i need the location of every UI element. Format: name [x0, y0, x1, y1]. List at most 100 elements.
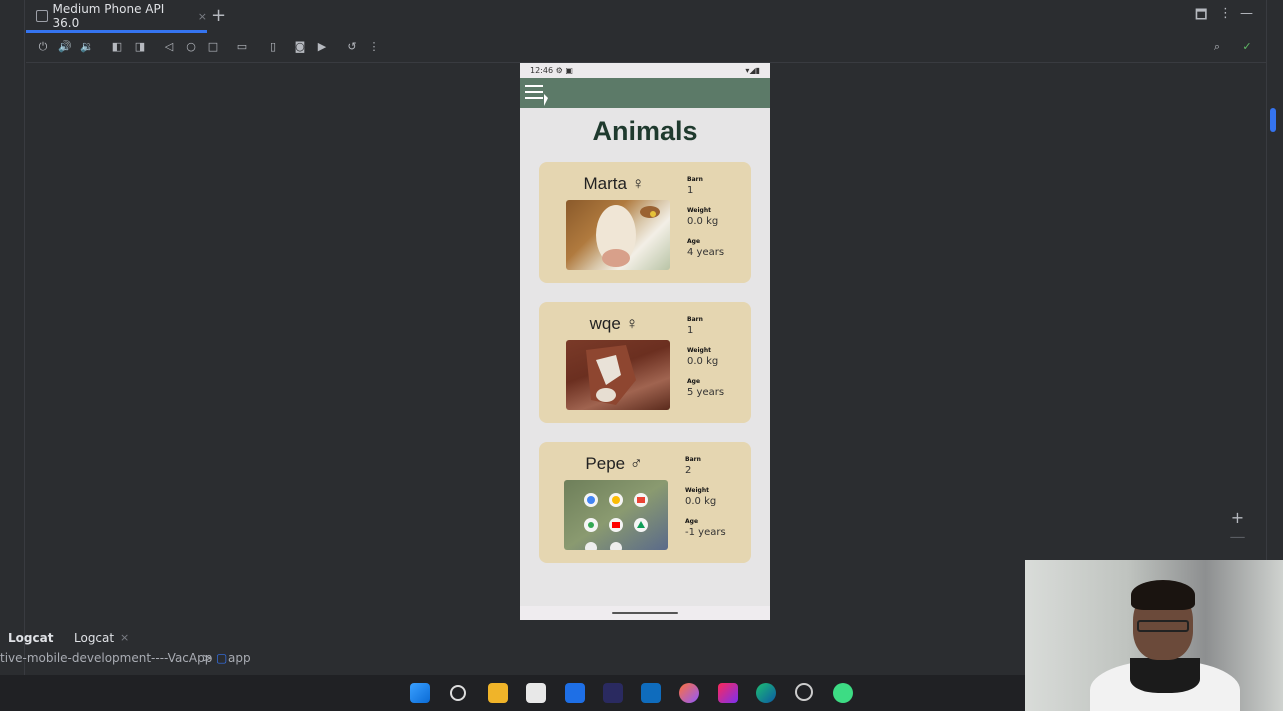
animal-card[interactable]: Marta ♀ Barn 1 Weight 0.0 kg Age 4 years — [539, 162, 751, 283]
store-icon[interactable] — [526, 683, 546, 703]
overview-icon[interactable]: □ — [206, 40, 220, 54]
close-icon[interactable]: × — [120, 631, 129, 644]
barn-label: Barn — [687, 176, 703, 183]
zoom-out-button[interactable]: — — [1225, 527, 1250, 546]
mouse-cursor — [544, 94, 548, 106]
status-icons: ⚙ ▣ — [555, 66, 573, 75]
volume-up-icon[interactable]: 🔊 — [58, 40, 72, 54]
more-icon[interactable]: ⋮ — [1219, 6, 1232, 21]
barn-value: 2 — [685, 465, 692, 476]
breadcrumb-module[interactable]: app — [228, 651, 251, 665]
menu-icon[interactable] — [525, 85, 543, 99]
breadcrumb-project[interactable]: tive-mobile-development----VacApp — [0, 651, 212, 665]
barn-value: 1 — [687, 185, 694, 196]
webcam-person-glasses — [1137, 620, 1189, 632]
logcat-tab[interactable]: Logcat — [74, 631, 114, 645]
phone-screen[interactable]: 12:46 ⚙ ▣ ▾◢▮ Animals Marta ♀ Barn 1 Wei… — [520, 63, 770, 620]
age-value: 5 years — [687, 387, 725, 398]
age-label: Age — [685, 518, 699, 525]
dropbox-icon[interactable] — [565, 683, 585, 703]
animal-name: wqe ♀ — [589, 314, 639, 333]
page-title: Animals — [592, 116, 698, 146]
outlook-icon[interactable] — [641, 683, 661, 703]
minimize-icon[interactable]: — — [1240, 6, 1253, 21]
back-icon[interactable]: ◁ — [162, 40, 176, 54]
file-explorer-icon[interactable] — [488, 683, 508, 703]
power-icon[interactable]: ⏻ — [36, 40, 50, 54]
status-signal-battery: ▾◢▮ — [745, 66, 760, 75]
device-settings-icon[interactable]: ▯ — [266, 40, 280, 54]
animal-card[interactable]: wqe ♀ Barn 1 Weight 0.0 kg Age 5 years — [539, 302, 751, 423]
male-icon: ♂ — [629, 454, 643, 473]
weight-value: 0.0 kg — [687, 356, 719, 367]
chrome-icon[interactable] — [795, 683, 813, 701]
active-tab-indicator — [26, 30, 207, 33]
zoom-controls: + — — [1225, 508, 1250, 558]
home-gesture-pill[interactable] — [612, 612, 678, 614]
device-icon — [36, 10, 48, 22]
bottom-tool-tabs: Logcat Logcat × — [0, 629, 1025, 649]
left-tool-gutter — [0, 0, 25, 711]
camera-icon[interactable]: ◙ — [293, 40, 307, 54]
android-studio-icon[interactable] — [833, 683, 853, 703]
chevron-right-icon: > — [202, 651, 213, 665]
animal-name: Pepe ♂ — [585, 454, 643, 473]
emulator-toolbar: ⏻ 🔊 🔉 ◧ ◨ ◁ ○ □ ▭ ▯ ◙ ▶ ↺ ⋮ ⌕ ✓ — [26, 36, 1266, 60]
breadcrumb: tive-mobile-development----VacApp > ▢ ap… — [0, 651, 1025, 669]
app-icon[interactable] — [603, 683, 623, 703]
rotate-right-icon[interactable]: ◨ — [133, 40, 147, 54]
weight-label: Weight — [687, 207, 711, 214]
female-icon: ♀ — [631, 174, 645, 193]
more-options-icon[interactable]: ⋮ — [367, 40, 381, 54]
screen-search-icon[interactable]: ⌕ — [1210, 40, 1224, 54]
add-tab-button[interactable]: + — [211, 5, 226, 26]
age-label: Age — [687, 378, 701, 385]
animal-photo — [566, 200, 670, 270]
fold-icon[interactable]: ▭ — [235, 40, 249, 54]
weight-label: Weight — [685, 487, 709, 494]
weight-value: 0.0 kg — [685, 496, 717, 507]
animal-name: Marta ♀ — [583, 174, 645, 193]
animal-card[interactable]: Pepe ♂ Barn 2 Weight 0.0 kg Age -1 years — [539, 442, 751, 563]
animal-photo — [566, 340, 670, 410]
search-icon[interactable] — [450, 685, 466, 701]
start-icon[interactable] — [410, 683, 430, 703]
edge-icon[interactable] — [756, 683, 776, 703]
app-bar — [520, 78, 770, 108]
os-taskbar — [0, 675, 1025, 711]
status-time: 12:46 — [530, 66, 554, 75]
animal-info: Barn 1 Weight 0.0 kg Age 4 years — [687, 176, 747, 269]
record-icon[interactable]: ▶ — [315, 40, 329, 54]
age-label: Age — [687, 238, 701, 245]
animal-photo — [564, 480, 668, 550]
age-value: 4 years — [687, 247, 725, 258]
device-tab-label: Medium Phone API 36.0 — [52, 2, 165, 30]
editor-tab-bar: Medium Phone API 36.0 × + 🗖 ⋮ — — [0, 0, 1283, 33]
right-tool-strip — [1266, 0, 1283, 620]
reset-icon[interactable]: ↺ — [345, 40, 359, 54]
rotate-left-icon[interactable]: ◧ — [110, 40, 124, 54]
status-bar: 12:46 ⚙ ▣ ▾◢▮ — [520, 63, 770, 78]
barn-value: 1 — [687, 325, 694, 336]
right-strip-active-indicator — [1270, 108, 1276, 132]
module-icon: ▢ — [216, 651, 228, 665]
weight-label: Weight — [687, 347, 711, 354]
volume-down-icon[interactable]: 🔉 — [80, 40, 94, 54]
zoom-in-button[interactable]: + — [1225, 508, 1250, 527]
webcam-person-hair — [1131, 580, 1195, 610]
barn-label: Barn — [687, 316, 703, 323]
firefox-icon[interactable] — [679, 683, 699, 703]
webcam-overlay — [1025, 560, 1283, 711]
home-icon[interactable]: ○ — [184, 40, 198, 54]
check-icon[interactable]: ✓ — [1240, 40, 1254, 54]
female-icon: ♀ — [625, 314, 639, 333]
device-tab[interactable]: Medium Phone API 36.0 × — [26, 0, 207, 32]
maximize-icon[interactable]: 🗖 — [1195, 6, 1207, 28]
webcam-person-hood — [1130, 658, 1200, 693]
logcat-tool-title[interactable]: Logcat — [8, 631, 53, 645]
weight-value: 0.0 kg — [687, 216, 719, 227]
jetbrains-icon[interactable] — [718, 683, 738, 703]
animal-info: Barn 1 Weight 0.0 kg Age 5 years — [687, 316, 747, 409]
close-icon[interactable]: × — [198, 10, 207, 23]
animal-info: Barn 2 Weight 0.0 kg Age -1 years — [685, 456, 745, 549]
